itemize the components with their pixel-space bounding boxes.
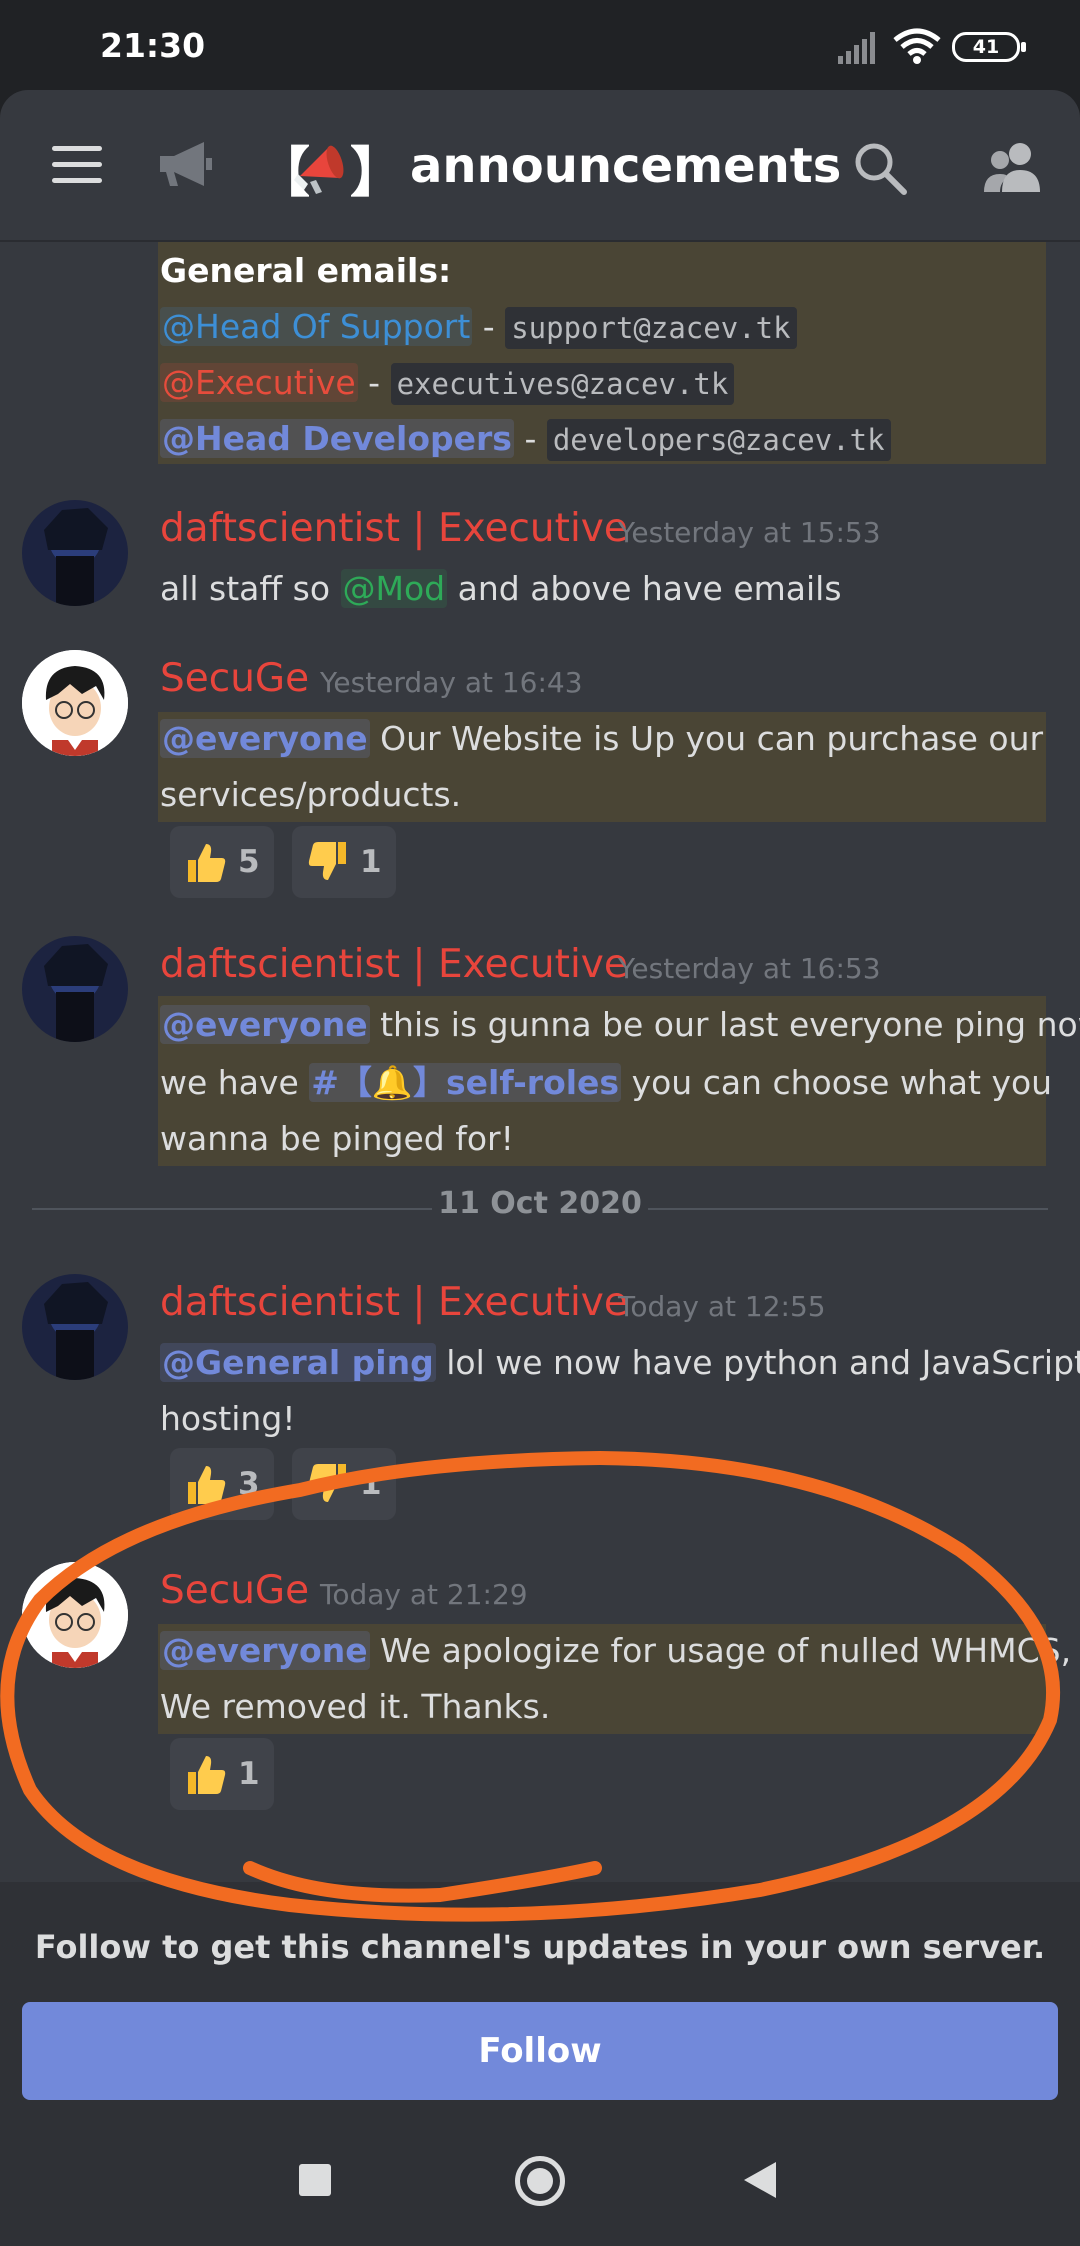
role-mention[interactable]: @Head Of Support [160, 307, 473, 346]
role-mention[interactable]: @Head Developers [160, 419, 514, 458]
message-author[interactable]: daftscientist | Executive [160, 942, 628, 987]
message-text: General emails: [160, 251, 452, 290]
avatar[interactable] [22, 500, 128, 606]
status-bar: 21:30 41 [0, 0, 1080, 90]
wifi-icon [893, 28, 941, 64]
message-author[interactable]: SecuGe [160, 1568, 309, 1613]
role-mention[interactable]: @Executive [160, 363, 358, 402]
channel-header: 【 】 announcements [0, 90, 1080, 242]
message-text: We removed it. Thanks. [160, 1687, 551, 1726]
email-row: @Executive - executives@zacev.tk [160, 356, 735, 411]
home-icon[interactable] [515, 2156, 565, 2206]
reaction-thumbs-up[interactable]: 3 [170, 1448, 274, 1520]
thumbs-up-icon [188, 1756, 226, 1794]
avatar[interactable] [22, 1274, 128, 1380]
thumbs-up-icon [188, 1466, 226, 1504]
email-row: @Head Of Support - support@zacev.tk [160, 300, 797, 355]
message-text: @General ping lol we now have python and… [160, 1343, 1080, 1382]
members-icon[interactable] [982, 138, 1042, 194]
email-row: @Head Developers - developers@zacev.tk [160, 412, 891, 467]
channel-bracket-right: 】 [350, 141, 404, 204]
avatar[interactable] [22, 650, 128, 756]
channel-title: announcements [410, 138, 842, 194]
follow-button[interactable]: Follow [22, 2002, 1058, 2100]
everyone-mention[interactable]: @everyone [160, 1631, 370, 1670]
message-timestamp: Yesterday at 15:53 [618, 516, 881, 549]
message-text: wanna be pinged for! [160, 1119, 514, 1158]
message-text: services/products. [160, 775, 462, 814]
message-timestamp: Today at 12:55 [618, 1290, 826, 1323]
reaction-thumbs-up[interactable]: 1 [170, 1738, 274, 1810]
thumbs-down-icon [308, 842, 346, 880]
message-text: @everyone this is gunna be our last ever… [160, 1005, 1080, 1044]
message-text: we have #【🔔】self-roles you can choose wh… [160, 1063, 1053, 1102]
message-author[interactable]: daftscientist | Executive [160, 506, 628, 551]
menu-icon[interactable] [52, 146, 102, 184]
code-inline: executives@zacev.tk [390, 363, 735, 405]
everyone-mention[interactable]: @everyone [160, 719, 370, 758]
role-mention[interactable]: @General ping [160, 1343, 436, 1382]
date-divider: 11 Oct 2020 [432, 1186, 648, 1221]
channel-mention[interactable]: #【🔔】self-roles [309, 1063, 622, 1102]
follow-bar: Follow to get this channel's updates in … [0, 1882, 1080, 2112]
recents-icon[interactable] [299, 2164, 331, 2196]
thumbs-down-icon [308, 1464, 346, 1502]
everyone-mention[interactable]: @everyone [160, 1005, 370, 1044]
message-author[interactable]: daftscientist | Executive [160, 1280, 628, 1325]
message-text: @everyone Our Website is Up you can purc… [160, 719, 1044, 758]
message-text: @everyone We apologize for usage of null… [160, 1631, 1072, 1670]
megaphone-emoji-icon [294, 145, 344, 194]
announcement-channel-icon [160, 142, 212, 186]
message-timestamp: Yesterday at 16:43 [320, 666, 583, 699]
code-inline: support@zacev.tk [505, 307, 797, 349]
role-mention[interactable]: @Mod [340, 569, 448, 608]
system-nav-bar [0, 2112, 1080, 2246]
status-time: 21:30 [100, 26, 206, 65]
message-timestamp: Today at 21:29 [320, 1578, 528, 1611]
message-text: all staff so @Mod and above have emails [160, 569, 842, 608]
code-inline: developers@zacev.tk [546, 419, 891, 461]
message-timestamp: Yesterday at 16:53 [618, 952, 881, 985]
avatar[interactable] [22, 1562, 128, 1668]
reaction-thumbs-down[interactable]: 1 [292, 826, 396, 898]
signal-icon [838, 32, 875, 64]
message-list[interactable]: General emails: @Head Of Support - suppo… [0, 242, 1080, 1882]
follow-prompt: Follow to get this channel's updates in … [34, 1928, 1046, 1966]
back-icon[interactable] [744, 2162, 776, 2198]
message-author[interactable]: SecuGe [160, 656, 309, 701]
thumbs-up-icon [188, 844, 226, 882]
battery-icon: 41 [952, 32, 1026, 62]
reaction-thumbs-up[interactable]: 5 [170, 826, 274, 898]
search-icon[interactable] [852, 140, 908, 196]
avatar[interactable] [22, 936, 128, 1042]
message-text: hosting! [160, 1399, 296, 1438]
reaction-thumbs-down[interactable]: 1 [292, 1448, 396, 1520]
